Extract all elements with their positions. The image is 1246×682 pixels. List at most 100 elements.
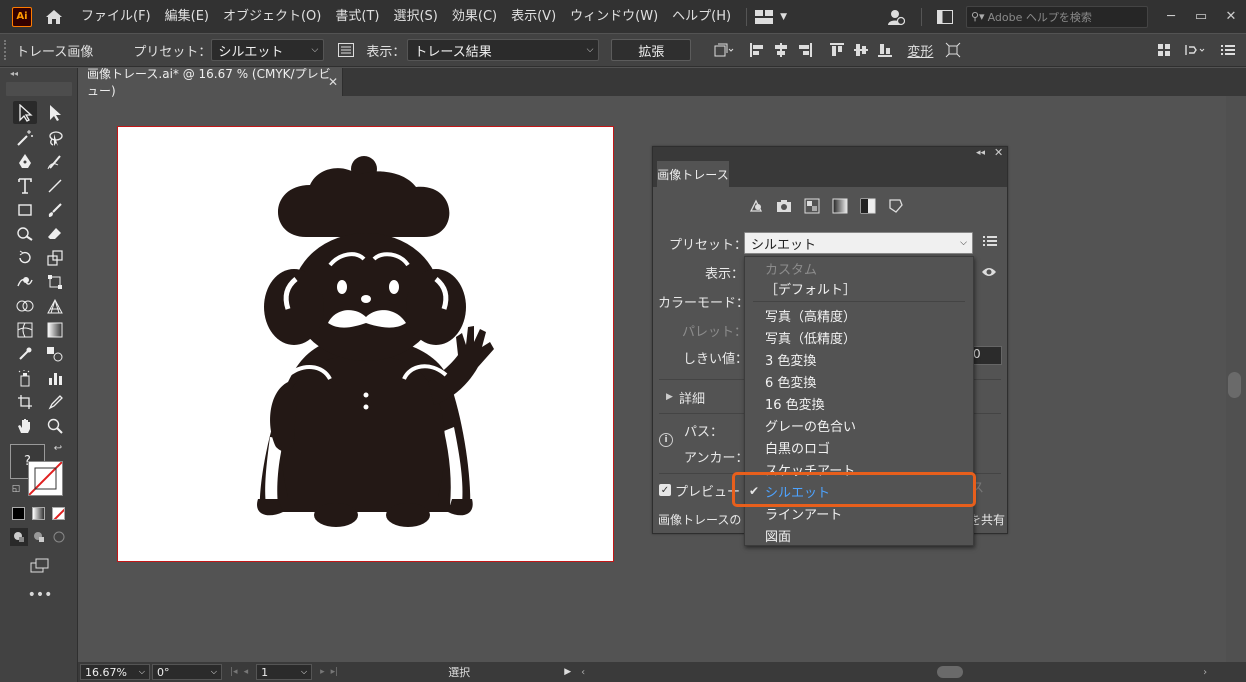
toolbox-collapse-icon[interactable]: ◂◂ (0, 68, 77, 80)
artboard-options-icon[interactable] (711, 40, 737, 60)
scroll-left-icon[interactable]: ‹ (581, 667, 585, 678)
panel-menu-icon[interactable] (1218, 40, 1238, 60)
type-tool-icon[interactable] (13, 174, 37, 197)
panel-preset-select[interactable]: シルエット ⌵ (744, 232, 973, 254)
pen-tool-icon[interactable] (13, 150, 37, 173)
menu-select[interactable]: 選択(S) (386, 0, 444, 33)
slice-tool-icon[interactable] (43, 390, 67, 413)
rotation-select[interactable]: 0° ⌵ (152, 664, 222, 680)
vertical-scroll-thumb[interactable] (1228, 372, 1241, 398)
none-mode-button[interactable] (52, 507, 65, 520)
align-center-icon[interactable] (771, 40, 791, 60)
dropdown-item-default[interactable]: ［デフォルト］ (745, 277, 973, 299)
color-mode-button[interactable] (12, 507, 25, 520)
default-fill-stroke-icon[interactable]: ◱ (9, 482, 23, 496)
blend-tool-icon[interactable] (43, 342, 67, 365)
draw-behind-icon[interactable] (30, 528, 48, 546)
draw-normal-icon[interactable] (10, 528, 28, 546)
next-artboard-icon[interactable]: ▸ (320, 667, 325, 677)
outline-icon[interactable] (887, 197, 905, 215)
curvature-tool-icon[interactable] (43, 150, 67, 173)
panel-collapse-icon[interactable]: ◂◂ (976, 148, 985, 158)
direct-selection-tool-icon[interactable] (43, 101, 67, 124)
free-transform-tool-icon[interactable] (43, 270, 67, 293)
artboard-tool-icon[interactable] (13, 390, 37, 413)
perspective-grid-tool-icon[interactable] (43, 294, 67, 317)
dropdown-item-photo-high[interactable]: 写真（高精度） (745, 304, 973, 326)
toolbox-grip[interactable] (6, 82, 72, 96)
eraser-tool-icon[interactable] (43, 222, 67, 245)
stroke-swatch[interactable] (28, 461, 63, 496)
preset-menu-icon[interactable] (983, 235, 997, 249)
menu-effect[interactable]: 効果(C) (445, 0, 504, 33)
isolate-icon[interactable] (943, 40, 963, 60)
arrange-documents-icon[interactable] (1154, 40, 1174, 60)
close-icon[interactable]: ✕ (328, 75, 338, 89)
dropdown-item-6-color[interactable]: 6 色変換 (745, 370, 973, 392)
transform-link[interactable]: 変形 (907, 41, 933, 60)
warp-tool-icon[interactable] (13, 270, 37, 293)
menu-help[interactable]: ヘルプ(H) (665, 0, 738, 33)
document-tab[interactable]: 画像トレース.ai* @ 16.67 % (CMYK/プレビュー) ✕ (78, 67, 343, 98)
menu-view[interactable]: 表示(V) (504, 0, 563, 33)
first-artboard-icon[interactable]: |◂ (230, 667, 238, 677)
menu-object[interactable]: オブジェクト(O) (216, 0, 328, 33)
align-left-icon[interactable] (747, 40, 767, 60)
gradient-tool-icon[interactable] (43, 318, 67, 341)
gradient-mode-button[interactable] (32, 507, 45, 520)
eye-icon[interactable] (981, 266, 997, 278)
expand-button[interactable]: 拡張 (611, 39, 692, 61)
panel-close-icon[interactable]: ✕ (994, 146, 1003, 159)
selection-tool-icon[interactable] (13, 101, 37, 124)
status-menu-icon[interactable]: ▶ (564, 667, 571, 677)
tab-image-trace[interactable]: 画像トレース (657, 161, 729, 187)
shaper-tool-icon[interactable] (13, 222, 37, 245)
rectangle-tool-icon[interactable] (13, 198, 37, 221)
align-right-icon[interactable] (795, 40, 815, 60)
menu-edit[interactable]: 編集(E) (158, 0, 216, 33)
last-artboard-icon[interactable]: ▸| (331, 667, 339, 677)
auto-color-icon[interactable] (747, 197, 765, 215)
dropdown-item-3-color[interactable]: 3 色変換 (745, 348, 973, 370)
line-tool-icon[interactable] (43, 174, 67, 197)
black-white-icon[interactable] (859, 197, 877, 215)
column-graph-tool-icon[interactable] (43, 366, 67, 389)
screen-mode-icon[interactable] (28, 554, 52, 577)
scale-tool-icon[interactable] (43, 246, 67, 269)
horizontal-scroll-thumb[interactable] (937, 666, 964, 678)
preview-checkbox[interactable]: ✓ (659, 484, 671, 496)
help-search-input[interactable]: ⚲▾ Adobe ヘルプを検索 (966, 5, 1148, 28)
zoom-tool-icon[interactable] (43, 414, 67, 437)
advanced-disclosure-icon[interactable]: ▶ (666, 392, 673, 402)
rotate-tool-icon[interactable] (13, 246, 37, 269)
maximize-button[interactable]: ▭ (1186, 7, 1216, 27)
eyedropper-tool-icon[interactable] (13, 342, 37, 365)
control-preset-select[interactable]: シルエット ⌵ (211, 39, 325, 61)
menu-type[interactable]: 書式(T) (328, 0, 386, 33)
dropdown-item-bw-logo[interactable]: 白黒のロゴ (745, 436, 973, 458)
dropdown-item-grayscale[interactable]: グレーの色合い (745, 414, 973, 436)
lasso-tool-icon[interactable] (43, 126, 67, 149)
edit-toolbar-icon[interactable]: ••• (28, 583, 53, 606)
paintbrush-tool-icon[interactable] (43, 198, 67, 221)
panel-header[interactable]: ◂◂ ✕ (653, 146, 1007, 161)
low-color-icon[interactable] (803, 197, 821, 215)
trace-panel-icon[interactable] (336, 40, 356, 60)
shape-builder-tool-icon[interactable] (13, 294, 37, 317)
align-top-icon[interactable] (827, 40, 847, 60)
prev-artboard-icon[interactable]: ◂ (244, 667, 249, 677)
control-bar-grip[interactable] (4, 40, 10, 60)
artboard-number-select[interactable]: 1 ⌵ (256, 664, 313, 680)
workspace-switcher[interactable]: ▼ (755, 7, 791, 27)
high-color-camera-icon[interactable] (775, 197, 793, 215)
grayscale-icon[interactable] (831, 197, 849, 215)
symbol-sprayer-tool-icon[interactable] (13, 366, 37, 389)
align-bottom-icon[interactable] (875, 40, 895, 60)
scroll-right-icon[interactable]: › (1203, 667, 1207, 678)
dropdown-item-technical-drawing[interactable]: 図面 (745, 524, 973, 546)
dropdown-item-photo-low[interactable]: 写真（低精度） (745, 326, 973, 348)
draw-inside-icon[interactable] (50, 528, 68, 546)
advanced-label[interactable]: 詳細 (679, 388, 705, 407)
user-icon[interactable] (879, 7, 913, 27)
magic-wand-tool-icon[interactable] (13, 126, 37, 149)
